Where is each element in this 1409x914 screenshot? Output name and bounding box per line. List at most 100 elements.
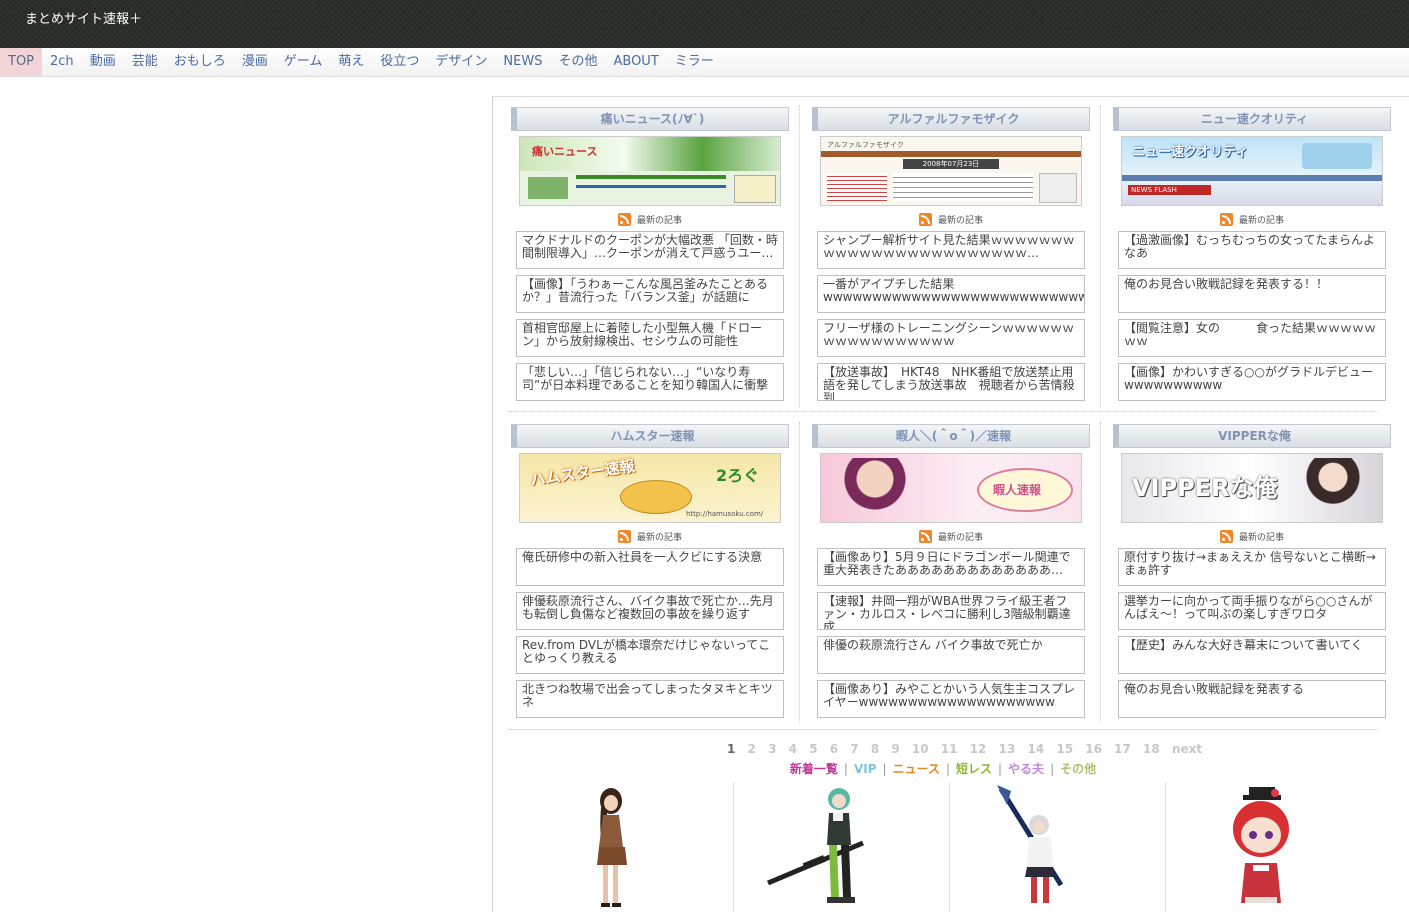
page-link[interactable]: 16: [1085, 742, 1102, 756]
article-link[interactable]: 俺のお見合い敗戦記録を発表する！！: [1118, 275, 1386, 313]
site-title-hamster[interactable]: ハムスター速報: [511, 424, 789, 448]
site-title-vipper[interactable]: VIPPERな俺: [1113, 424, 1391, 448]
site-thumbnail-himajin[interactable]: 暇人速報: [820, 453, 1082, 523]
thumb-url: http://hamusoku.com/: [686, 510, 764, 518]
article-link[interactable]: 俳優萩原流行さん、バイク事故で死亡か…先月も転倒し負傷など複数回の事故を繰り返す: [516, 592, 784, 630]
page-link[interactable]: 4: [789, 742, 797, 756]
figure-image-spear-girl[interactable]: [983, 785, 1103, 910]
article-link[interactable]: 【過激画像】むっちむっちの女ってたまらんよなあ: [1118, 231, 1386, 269]
article-link[interactable]: 北きつね牧場で出会ってしまったタヌキとキツネ: [516, 680, 784, 718]
nav-item-geinou[interactable]: 芸能: [124, 48, 166, 76]
site-title[interactable]: まとめサイト速報＋: [25, 8, 142, 27]
article-link[interactable]: マクドナルドのクーポンが大幅改悪 「回数・時間制限導入」…クーポンが消えて戸惑う…: [516, 231, 784, 269]
nav-item-mirror[interactable]: ミラー: [667, 48, 722, 76]
site-thumbnail-alfalfa[interactable]: アルファルファモザイク 2008年07月23日: [820, 136, 1082, 206]
page-link[interactable]: 14: [1027, 742, 1044, 756]
rss-icon[interactable]: [617, 212, 631, 226]
page-link[interactable]: 12: [970, 742, 987, 756]
figure-image-sniper[interactable]: [763, 785, 883, 910]
article-link[interactable]: 首相官邸屋上に着陸した小型無人機「ドローン」から放射線検出、セシウムの可能性: [516, 319, 784, 357]
page-link[interactable]: 18: [1143, 742, 1160, 756]
nav-item-omoshiro[interactable]: おもしろ: [166, 48, 234, 76]
nav-item-useful[interactable]: 役立つ: [372, 48, 427, 76]
article-link[interactable]: 【速報】井岡一翔がWBA世界フライ級王者ファン・カルロス・レベコに勝利し3階級制…: [817, 592, 1085, 630]
site-thumbnail-nyusoku-quality[interactable]: ニュー速クオリティ NEWS FLASH: [1121, 136, 1383, 206]
site-thumbnail-itai-news[interactable]: 痛いニュース: [519, 136, 781, 206]
nav-item-manga[interactable]: 漫画: [234, 48, 276, 76]
site-box-nyusoku-quality: ニュー速クオリティ ニュー速クオリティ NEWS FLASH 最新の記事 【過激…: [1113, 107, 1391, 401]
rss-row: 最新の記事: [511, 210, 789, 228]
category-vip[interactable]: VIP: [854, 762, 877, 776]
rss-label: 最新の記事: [636, 215, 682, 226]
nav-item-moe[interactable]: 萌え: [330, 48, 372, 76]
page-link-current[interactable]: 1: [727, 742, 735, 756]
page-link[interactable]: 17: [1114, 742, 1131, 756]
page-link[interactable]: 8: [871, 742, 879, 756]
page-link[interactable]: 11: [941, 742, 958, 756]
article-link[interactable]: 【放送事故】 HKT48 NHK番組で放送禁止用語を発してしまう放送事故 視聴者…: [817, 363, 1085, 401]
page-link[interactable]: 9: [891, 742, 899, 756]
nav-item-about[interactable]: ABOUT: [605, 48, 666, 76]
page-link[interactable]: 7: [850, 742, 858, 756]
figure-image-chibi-maki[interactable]: [1211, 785, 1331, 910]
category-short-res[interactable]: 短レス: [956, 762, 992, 776]
category-other[interactable]: その他: [1060, 762, 1096, 776]
site-title-himajin[interactable]: 暇人＼(＾o＾)／速報: [812, 424, 1090, 448]
site-thumbnail-hamster[interactable]: ハムスター速報 2ろぐ http://hamusoku.com/: [519, 453, 781, 523]
article-link[interactable]: 【歴史】みんな大好き幕末について書いてく: [1118, 636, 1386, 674]
category-new[interactable]: 新着一覧: [790, 762, 838, 776]
site-title-alfalfa[interactable]: アルファルファモザイク: [812, 107, 1090, 131]
column-divider: [799, 422, 800, 722]
page-link[interactable]: 10: [912, 742, 929, 756]
page-link[interactable]: 15: [1056, 742, 1073, 756]
article-link[interactable]: 俺氏研修中の新入社員を一人クビにする決意: [516, 548, 784, 586]
nav-item-game[interactable]: ゲーム: [276, 48, 331, 76]
page-link[interactable]: 3: [768, 742, 776, 756]
page-link[interactable]: 2: [748, 742, 756, 756]
article-link[interactable]: 原付すり抜け→まぁええか 信号ないとこ横断→まぁ許す: [1118, 548, 1386, 586]
site-title-nyusoku-quality[interactable]: ニュー速クオリティ: [1113, 107, 1391, 131]
page-link[interactable]: 13: [999, 742, 1016, 756]
article-link[interactable]: 【画像あり】5月９日にドラゴンボール関連で重大発表きたあああああああああああああ…: [817, 548, 1085, 586]
article-link[interactable]: フリーザ様のトレーニングシーンｗｗｗｗｗｗｗｗｗｗｗｗｗｗｗｗｗ: [817, 319, 1085, 357]
rss-label: 最新の記事: [937, 215, 983, 226]
thumb-bar: [1122, 175, 1382, 181]
article-link[interactable]: 【画像】「うわぁーこんな風呂釜みたことあるか？」昔流行った「バランス釜」が話題に: [516, 275, 784, 313]
article-link[interactable]: Rev.from DVLが橋本環奈だけじゃないってことゆっくり教える: [516, 636, 784, 674]
article-link[interactable]: 【画像】かわいすぎる○○がグラドルデビューwwwwwwwwww: [1118, 363, 1386, 401]
nav-item-2ch[interactable]: 2ch: [42, 48, 82, 76]
figure-image-schoolgirl[interactable]: [563, 785, 683, 910]
article-link[interactable]: 選挙カーに向かって両手振りながら○○さんがんばえ～！って叫ぶの楽しすぎワロタ: [1118, 592, 1386, 630]
category-separator: |: [998, 762, 1003, 776]
rss-icon[interactable]: [918, 212, 932, 226]
page-link[interactable]: 6: [830, 742, 838, 756]
article-link[interactable]: 一番がアイプチした結果wwwwwwwwwwwwwwwwwwwwwwwwwwww: [817, 275, 1085, 313]
article-link[interactable]: 俺のお見合い敗戦記録を発表する: [1118, 680, 1386, 718]
site-thumbnail-vipper[interactable]: VIPPERな俺: [1121, 453, 1383, 523]
spear-girl-figure-icon: [997, 785, 1064, 903]
next-page-link[interactable]: next: [1172, 742, 1202, 756]
rss-row: 最新の記事: [511, 527, 789, 545]
category-news[interactable]: ニュース: [893, 762, 940, 776]
article-link[interactable]: 俳優の萩原流行さん バイク事故で死亡か: [817, 636, 1085, 674]
rss-icon[interactable]: [1219, 212, 1233, 226]
article-link[interactable]: 「悲しい…」「信じられない…」“いなり寿司”が日本料理であることを知り韓国人に衝…: [516, 363, 784, 401]
nav-item-news[interactable]: NEWS: [495, 48, 550, 76]
thumb-calendar: [1039, 173, 1077, 203]
page-link[interactable]: 5: [809, 742, 817, 756]
article-link[interactable]: 【画像あり】みやことかいう人気生主コスプレイヤーwwwwwwwwwwwwwwww…: [817, 680, 1085, 718]
article-link[interactable]: シャンプー解析サイト見た結果ｗｗｗｗｗｗｗｗｗｗｗｗｗｗｗｗｗｗｗｗｗｗｗｗ…: [817, 231, 1085, 269]
rss-icon[interactable]: [617, 529, 631, 543]
figure-divider: [733, 783, 734, 912]
article-link[interactable]: 【閲覧注意】女の 食った結果ｗｗｗｗｗｗｗ: [1118, 319, 1386, 357]
nav-item-other[interactable]: その他: [550, 48, 605, 76]
category-yaruo[interactable]: やる夫: [1008, 762, 1044, 776]
main-content: 痛いニュース(ﾉ∀`) 痛いニュース 最新の記事 マクドナルドのクーポンが大幅改…: [492, 96, 1409, 912]
rss-icon[interactable]: [1219, 529, 1233, 543]
nav-item-top[interactable]: TOP: [0, 48, 43, 76]
nav-item-video[interactable]: 動画: [82, 48, 124, 76]
rss-icon[interactable]: [918, 529, 932, 543]
nav-item-design[interactable]: デザイン: [427, 48, 495, 76]
site-title-itai-news[interactable]: 痛いニュース(ﾉ∀`): [511, 107, 789, 131]
top-nav: TOP 2ch 動画 芸能 おもしろ 漫画 ゲーム 萌え 役立つ デザイン NE…: [0, 48, 1409, 77]
